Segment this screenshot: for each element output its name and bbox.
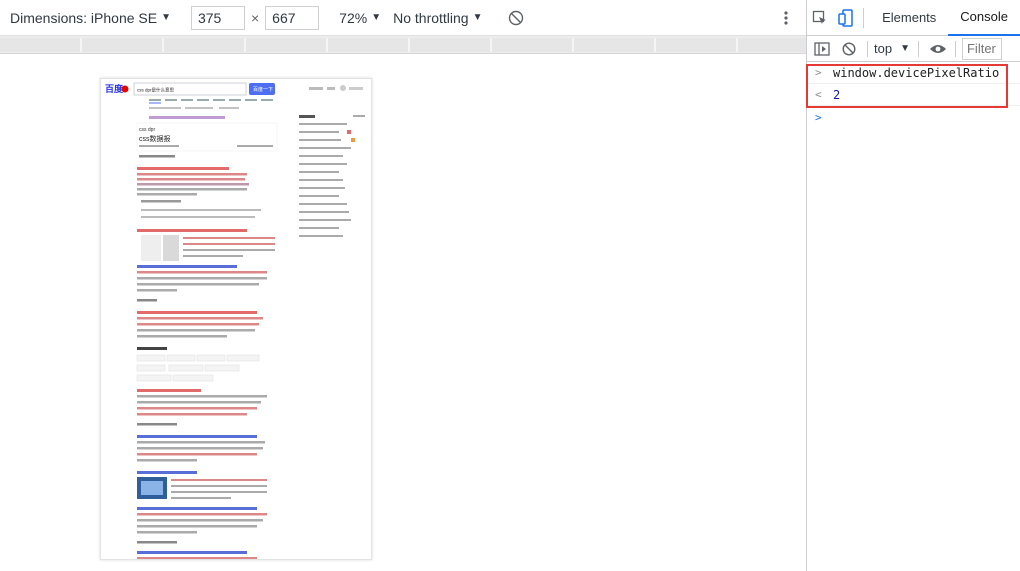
search-results-page-preview: 百度 css dpr是什么意思 百度一下 css dpr css数据报 <box>105 82 365 559</box>
throttling-select[interactable]: No throttling ▼ <box>393 10 482 26</box>
height-input[interactable]: 667 <box>265 5 320 30</box>
times-sign: × <box>250 9 260 26</box>
caret-down-icon: ▼ <box>472 12 483 23</box>
zoom-select[interactable]: 72% ▼ <box>339 10 381 26</box>
zoom-label: 72% <box>339 9 368 26</box>
svg-text:css dpr: css dpr <box>139 127 155 133</box>
device-mode-pane: Dimensions: iPhone SE ▼ 375 × 667 72% ▼ … <box>0 0 806 571</box>
console-filter-input[interactable] <box>961 37 1002 60</box>
caret-down-icon: ▼ <box>371 12 382 23</box>
devtools-tabbar: Elements Console <box>807 0 1020 36</box>
width-input[interactable]: 375 <box>190 5 245 30</box>
svg-text:css数据报: css数据报 <box>139 134 171 143</box>
more-options-icon[interactable] <box>780 9 792 27</box>
tab-elements[interactable]: Elements <box>870 0 948 36</box>
context-select[interactable]: top ▼ <box>874 41 910 56</box>
prompt-chevron-icon: > <box>815 110 822 124</box>
device-toolbar-toggle-icon[interactable] <box>834 0 857 36</box>
throttling-label: No throttling <box>393 9 469 26</box>
caret-down-icon: ▼ <box>161 12 171 23</box>
console-prompt-line[interactable]: > <box>807 106 1020 128</box>
media-query-ruler[interactable] <box>0 36 806 54</box>
dimensions-label: Dimensions: iPhone SE <box>10 9 158 26</box>
live-expression-eye-icon[interactable] <box>927 37 949 61</box>
clear-console-icon[interactable] <box>837 37 861 61</box>
mini-search-query: css dpr是什么意思 <box>137 87 175 94</box>
emulated-page[interactable]: 百度 css dpr是什么意思 百度一下 css dpr css数据报 <box>100 78 372 560</box>
rotate-icon[interactable] <box>507 9 525 27</box>
device-select[interactable]: Dimensions: iPhone SE ▼ <box>10 10 171 26</box>
highlight-annotation-box <box>806 64 1008 108</box>
sidebar-toggle-icon[interactable] <box>807 37 837 61</box>
svg-text:百度一下: 百度一下 <box>253 86 273 93</box>
console-toolbar: top ▼ <box>807 36 1020 62</box>
tab-console[interactable]: Console <box>948 0 1020 36</box>
device-toolbar: Dimensions: iPhone SE ▼ 375 × 667 72% ▼ … <box>0 0 806 36</box>
caret-down-icon: ▼ <box>900 43 910 54</box>
context-label: top <box>874 41 893 56</box>
device-viewport: 百度 css dpr是什么意思 百度一下 css dpr css数据报 <box>0 54 806 571</box>
baidu-logo: 百度 <box>105 83 124 94</box>
inspect-element-icon[interactable] <box>807 0 834 36</box>
